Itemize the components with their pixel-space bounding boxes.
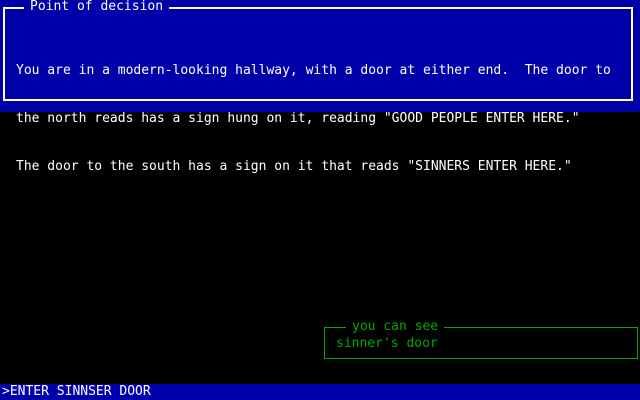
visible-item[interactable]: sinner's door	[336, 337, 438, 351]
room-description-panel: Point of decision You are in a modern-lo…	[0, 0, 640, 174]
command-input[interactable]	[0, 384, 640, 400]
room-description-line: the north reads has a sign hung on it, r…	[16, 111, 580, 126]
room-description-line: The door to the south has a sign on it t…	[16, 159, 572, 174]
room-description: You are in a modern-looking hallway, wit…	[16, 31, 628, 207]
command-bar	[0, 384, 640, 400]
room-title: Point of decision	[24, 0, 170, 14]
game-screen: Point of decision You are in a modern-lo…	[0, 0, 640, 400]
room-description-line: You are in a modern-looking hallway, wit…	[16, 63, 611, 78]
visible-items-title: you can see	[346, 320, 445, 334]
